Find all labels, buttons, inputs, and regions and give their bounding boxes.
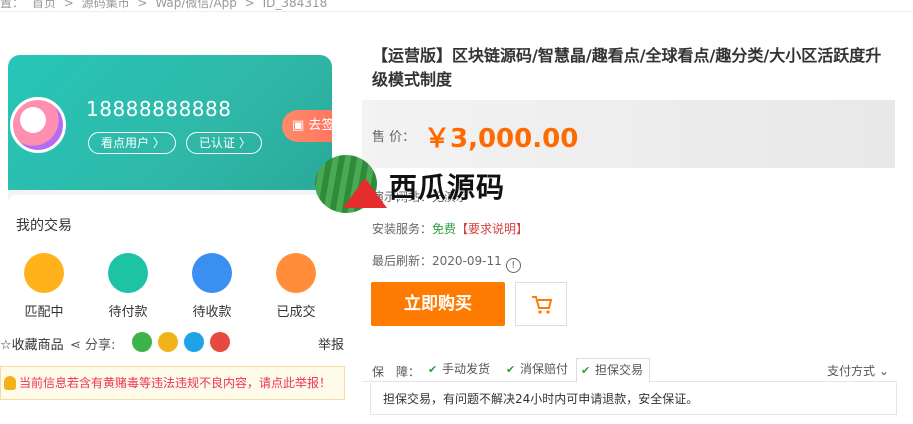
watermark-logo: 西瓜源码 (315, 150, 515, 220)
guarantee-tabs: 保 障： ✔ 手动发货 ✔ 消保赔付 ✔ 担保交易 支付方式 ⌄ (362, 356, 897, 383)
lightbulb-icon (4, 376, 16, 390)
trade-label: 待付款 (108, 305, 148, 320)
shield-icon (24, 253, 64, 293)
favorite-label: 收藏商品 (11, 338, 64, 353)
trade-label: 已成交 (276, 305, 316, 320)
profile-header: 18888888888 看点用户 〉 已认证 〉 ▣ 去签 (8, 55, 332, 190)
buy-now-button[interactable]: 立即购买 (371, 282, 505, 326)
trade-label: 待收款 (192, 305, 232, 320)
sign-in-label: 去签 (308, 118, 332, 133)
breadcrumb-home[interactable]: 首页 (32, 0, 56, 10)
breadcrumb-sep: > (63, 0, 74, 10)
install-label: 安装服务： (372, 222, 433, 236)
tab-escrow[interactable]: ✔ 担保交易 (576, 358, 651, 383)
last-refresh-row: 最后刷新：2020-09-11! (372, 252, 521, 273)
trade-matching: 匹配中 (8, 253, 86, 320)
chevron-down-icon: ⌄ (875, 364, 889, 378)
wechat-icon[interactable] (132, 332, 152, 352)
breadcrumb-market[interactable]: 源码集市 (82, 0, 130, 10)
tab-label: 担保交易 (595, 363, 644, 377)
tab-consumer-protection[interactable]: ✔ 消保赔付 (502, 358, 574, 380)
money-bag-icon (108, 253, 148, 293)
trades-card: 我的交易 匹配中 待付款 待收款 已成交 (8, 195, 332, 320)
tab-label: 消保赔付 (520, 362, 569, 376)
check-icon: ✔ (428, 363, 438, 376)
breadcrumb: 置： 首页 > 源码集市 > Wap/微信/App > ID_384318 (0, 0, 913, 12)
share-row: ☆收藏商品 ⋖ 分享: 举报 (0, 332, 350, 356)
refresh-date: 2020-09-11 (432, 254, 502, 268)
notice-text: 当前信息若含有黄赌毒等违法违规不良内容，请点此举报！ (19, 376, 332, 390)
share-label: ⋖ 分享: (70, 334, 115, 353)
trade-pending-payment: 待付款 (86, 253, 170, 320)
verified-badge: 已认证 〉 (186, 132, 262, 154)
qq-icon[interactable] (184, 332, 204, 352)
info-icon[interactable]: ! (505, 258, 521, 273)
watermark-text: 西瓜源码 (389, 171, 506, 204)
cart-icon (532, 296, 553, 314)
chart-icon (192, 253, 232, 293)
check-icon: ✔ (506, 363, 516, 376)
tab-label: 手动发货 (442, 362, 491, 376)
tab-manual-delivery[interactable]: ✔ 手动发货 (424, 358, 496, 380)
trades-title: 我的交易 (16, 218, 72, 234)
report-link[interactable]: 举报 (318, 334, 344, 353)
avatar (10, 97, 66, 153)
favorite-button[interactable]: ☆收藏商品 (0, 334, 64, 353)
breadcrumb-id: ID_384318 (262, 0, 328, 10)
user-badge: 看点用户 〉 (88, 132, 176, 154)
watermelon-slice-icon (343, 178, 387, 208)
refresh-label: 最后刷新： (372, 254, 433, 268)
payment-method-dropdown[interactable]: 支付方式 ⌄ (827, 362, 889, 379)
share-text: 分享: (85, 338, 116, 353)
breadcrumb-sep: > (137, 0, 148, 10)
phone-mockup: 18888888888 看点用户 〉 已认证 〉 ▣ 去签 我的交易 匹配中 待… (8, 55, 332, 320)
breadcrumb-category[interactable]: Wap/微信/App (155, 0, 237, 10)
product-title: 【运营版】区块链源码/智慧晶/趣看点/全球看点/趣分类/大小区活跃度升级模式制度 (372, 46, 882, 89)
payment-method-label: 支付方式 (827, 364, 876, 378)
price-label: 售 价： (372, 130, 416, 145)
product-page: 置： 首页 > 源码集市 > Wap/微信/App > ID_384318 18… (0, 0, 913, 424)
install-service-row: 安装服务：免费【要求说明】 (372, 220, 528, 237)
trade-pending-receipt: 待收款 (170, 253, 254, 320)
guarantee-label: 保 障： (372, 365, 421, 379)
add-to-cart-button[interactable] (515, 282, 567, 326)
check-icon: ✔ (581, 364, 591, 377)
product-preview-image[interactable]: 18888888888 看点用户 〉 已认证 〉 ▣ 去签 我的交易 匹配中 待… (0, 55, 340, 320)
report-notice[interactable]: 当前信息若含有黄赌毒等违法违规不良内容，请点此举报！ (0, 366, 345, 400)
qzone-icon[interactable] (158, 332, 178, 352)
calendar-icon (276, 253, 316, 293)
share-icon: ⋖ (70, 338, 86, 353)
gift-icon: ▣ (292, 118, 309, 133)
star-icon: ☆ (0, 338, 12, 353)
phone-number: 18888888888 (86, 97, 232, 121)
trade-label: 匹配中 (24, 305, 64, 320)
guarantee-description: 担保交易，有问题不解决24小时内可申请退款，安全保证。 (370, 383, 897, 415)
breadcrumb-prefix: 置： (0, 0, 25, 10)
install-requirements-link[interactable]: 【要求说明】 (456, 222, 528, 236)
weibo-icon[interactable] (210, 332, 230, 352)
breadcrumb-sep: > (244, 0, 255, 10)
sign-in-button: ▣ 去签 (282, 110, 332, 142)
trade-completed: 已成交 (254, 253, 332, 320)
install-free: 免费 (432, 222, 457, 236)
